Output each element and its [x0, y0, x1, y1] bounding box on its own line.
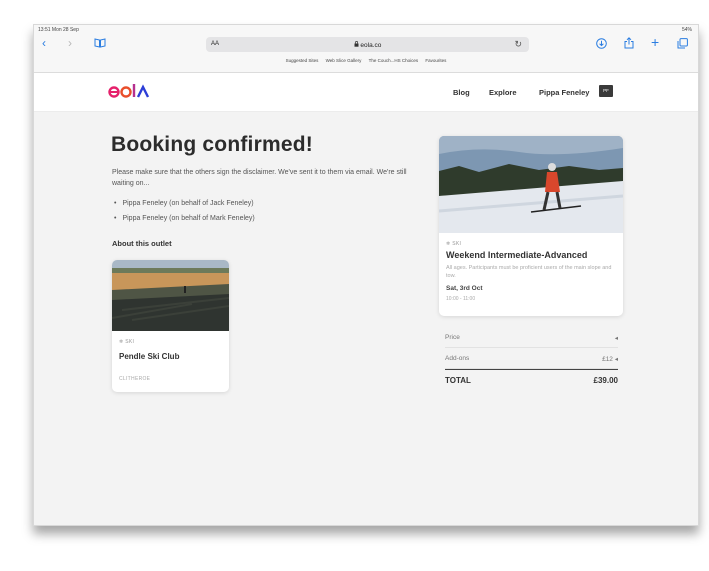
activity-tag-label: SKI [452, 241, 462, 247]
price-summary: Price ◂ Add-ons £12 ◂ TOTAL £39.00 [445, 327, 618, 390]
list-item: Pippa Feneley (on behalf of Jack Feneley… [114, 196, 255, 211]
outlet-name: Pendle Ski Club [119, 352, 180, 361]
addons-row: Add-ons £12 ◂ [445, 348, 618, 369]
outlet-location: CLITHEROE [119, 376, 151, 382]
bookmarks-book-icon[interactable] [94, 38, 106, 50]
reload-icon[interactable]: ↻ [514, 39, 522, 50]
about-heading: About this outlet [112, 239, 172, 248]
favourite-link[interactable]: The Couch...HS Choices [369, 58, 419, 63]
favourite-link[interactable]: Suggested Sites [286, 58, 319, 63]
url-text: eola.co [206, 41, 529, 49]
price-row: Price ◂ [445, 327, 618, 348]
outlet-tag: ❄ SKI [119, 339, 135, 345]
tabs-overview-icon[interactable] [677, 38, 688, 51]
total-label: TOTAL [445, 376, 471, 385]
battery-indicator: 54% [681, 27, 692, 33]
price-value[interactable]: ◂ [615, 334, 618, 342]
avatar[interactable]: PF [599, 85, 613, 97]
addons-value[interactable]: £12 ◂ [602, 355, 618, 363]
back-arrow-icon[interactable]: ‹ [42, 37, 46, 49]
url-label: eola.co [360, 42, 382, 49]
nav-blog[interactable]: Blog [453, 88, 470, 97]
total-row: TOTAL £39.00 [445, 369, 618, 390]
activity-name: Weekend Intermediate-Advanced [446, 250, 588, 260]
list-item: Pippa Feneley (on behalf of Mark Feneley… [114, 211, 254, 226]
browser-toolbar: ‹ › AA eola.co ↻ + Suggested Sites Web S… [34, 34, 698, 73]
total-value: £39.00 [593, 376, 618, 385]
favourite-link[interactable]: Favourites [425, 58, 446, 63]
site-header: Blog Explore Pippa Feneley PF [34, 73, 698, 112]
ipad-screen: 13:51 Mon 28 Sep 54% ‹ › AA eola.co ↻ + … [33, 24, 699, 526]
activity-date: Sat, 3rd Oct [446, 285, 483, 292]
new-tab-plus-icon[interactable]: + [651, 35, 659, 49]
lock-icon [354, 41, 359, 47]
activity-tag: ❄ SKI [446, 241, 462, 247]
pending-list: Pippa Feneley (on behalf of Jack Feneley… [114, 196, 255, 226]
share-icon[interactable] [624, 37, 634, 51]
addons-label: Add-ons [445, 355, 470, 362]
status-bar: 13:51 Mon 28 Sep 54% [34, 25, 698, 34]
activity-time: 10:00 - 11:00 [446, 296, 476, 302]
nav-user-name[interactable]: Pippa Feneley [539, 88, 589, 97]
price-label: Price [445, 334, 460, 341]
outlet-photo [112, 260, 229, 331]
nav-explore[interactable]: Explore [489, 88, 517, 97]
outlet-tag-label: SKI [125, 339, 135, 345]
activity-card[interactable]: ❄ SKI Weekend Intermediate-Advanced All … [439, 136, 623, 316]
favourite-link[interactable]: Web Slice Gallery [326, 58, 362, 63]
confirmation-message: Please make sure that the others sign th… [112, 169, 407, 187]
page-title: Booking confirmed! [111, 133, 313, 156]
address-bar[interactable]: AA eola.co ↻ [206, 37, 529, 52]
eola-logo[interactable] [108, 81, 154, 106]
downloads-icon[interactable] [596, 38, 607, 51]
activity-photo [439, 136, 623, 233]
favourites-bar: Suggested Sites Web Slice Gallery The Co… [34, 58, 698, 63]
status-time: 13:51 Mon 28 Sep [38, 27, 79, 33]
outlet-card[interactable]: ❄ SKI Pendle Ski Club CLITHEROE [112, 260, 229, 392]
forward-arrow-icon[interactable]: › [68, 37, 72, 49]
activity-description: All ages. Participants must be proficien… [446, 265, 612, 279]
